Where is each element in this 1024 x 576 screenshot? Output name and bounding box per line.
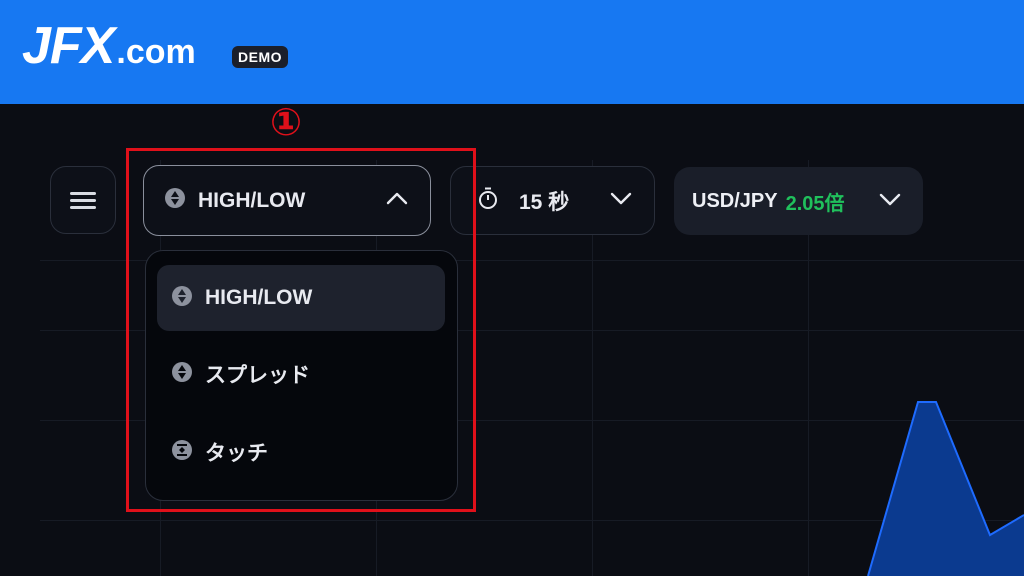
step-marker: ① (270, 100, 303, 144)
timer-icon (477, 186, 499, 215)
duration-select[interactable]: 15 秒 (450, 166, 655, 235)
annotation-highlight-box (126, 148, 476, 512)
menu-button[interactable] (50, 166, 116, 234)
duration-label: 15 秒 (519, 190, 570, 214)
chevron-down-icon (610, 191, 632, 210)
hamburger-icon (70, 188, 96, 213)
payout-rate: 2.05倍 (785, 192, 845, 215)
pair-label: USD/JPY (692, 189, 778, 212)
chevron-down-icon (879, 192, 901, 211)
currency-pair-select[interactable]: USD/JPY 2.05倍 (674, 167, 923, 235)
